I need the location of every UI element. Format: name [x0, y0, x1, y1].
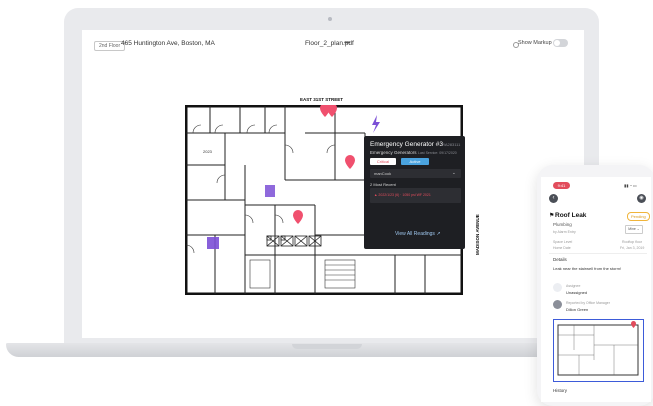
more-options-icon[interactable]: •••: [344, 38, 350, 47]
room-label: 2023: [203, 149, 213, 154]
divider: [549, 253, 647, 254]
laptop-camera: [328, 17, 332, 21]
assignee-avatar[interactable]: [553, 283, 562, 292]
show-markup-toggle[interactable]: [553, 39, 568, 47]
issue-category: Plumbing: [553, 222, 572, 227]
show-markup-label: Show Markup: [518, 40, 552, 46]
details-heading: Details: [553, 257, 567, 262]
reporter-label: Reported by Office Manager: [566, 301, 610, 305]
meta-label-2: Home Date: [553, 246, 571, 250]
reporter-value: Dillon Green: [566, 307, 589, 312]
reporter-avatar: [553, 300, 562, 309]
meta-label-1: Space Level: [553, 240, 573, 244]
back-button[interactable]: ‹: [549, 194, 558, 203]
asset-id: RA283111: [442, 142, 461, 147]
chevron-down-icon: ⌄: [452, 170, 456, 175]
active-button[interactable]: Active: [401, 158, 429, 165]
issue-title: Roof Leak: [555, 212, 587, 219]
status-badge: Pending: [627, 212, 650, 221]
view-all-readings-link[interactable]: View All Readings ↗: [395, 231, 441, 237]
asset-title: Emergency Generator #3: [370, 141, 443, 148]
laptop-notch: [292, 344, 362, 349]
tooltip-select-value: manCook: [374, 171, 392, 176]
building-address: 465 Huntington Ave, Boston, MA: [121, 40, 215, 47]
assignee-label: Assignee: [566, 284, 581, 288]
meta-value-1: Rooftop floor: [622, 240, 643, 244]
street-label-top: EAST 31ST STREET: [300, 97, 344, 102]
status-time-badge: 9:41: [553, 182, 570, 189]
history-heading: History: [553, 388, 568, 393]
asset-category: Emergency Generators: [370, 150, 417, 155]
recent-readings-label: 2 Most Recent: [370, 182, 396, 187]
status-icons: ▮▮ ◔ ▭: [624, 183, 637, 188]
map-pin-icon: [631, 321, 636, 328]
details-text: Leak near the stairwell from the storm!: [553, 266, 622, 271]
last-service: Last Service: 09/17/2020: [418, 151, 457, 155]
assignee-value[interactable]: Unassigned: [566, 290, 587, 295]
meta-value-2: Fri, Jan 3, 2019: [620, 246, 645, 250]
pin-icon: ⚑: [549, 213, 555, 219]
mine-select[interactable]: Mine ⌄: [625, 225, 643, 234]
critical-button[interactable]: Critical: [370, 158, 396, 165]
reading-text: ▲ 2022/1/23 (6) · 1050 psi WF 2021: [374, 193, 431, 197]
issue-source: by Alarm Entry: [553, 230, 576, 234]
camera-button[interactable]: ◉: [637, 194, 646, 203]
street-label-side: MADISON AVENUE: [475, 214, 480, 255]
mini-floor-plan[interactable]: [553, 319, 644, 382]
